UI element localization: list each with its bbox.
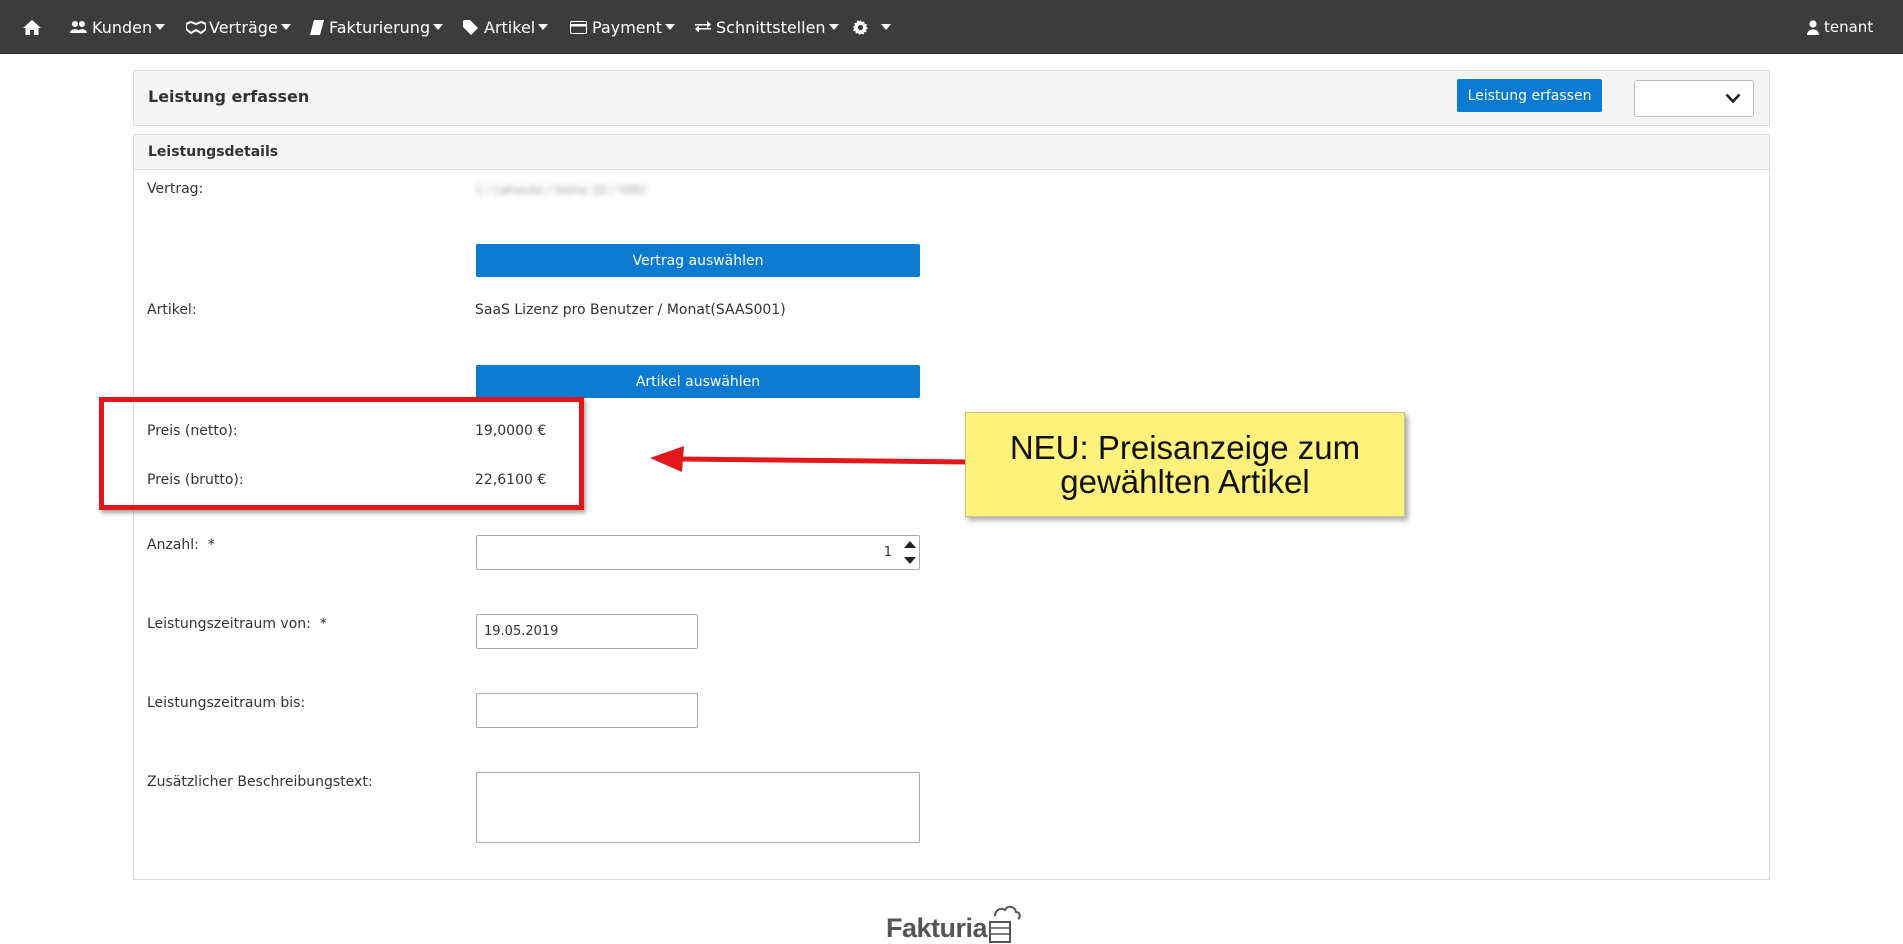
nav-schnittstellen[interactable]: Schnittstellen (695, 0, 839, 54)
nav-vertraege[interactable]: Verträge (186, 0, 291, 54)
vertrag-label: Vertrag: (147, 181, 204, 197)
chevron-down-icon (538, 24, 549, 30)
logo-text: Fakturia (886, 913, 988, 943)
credit-card-icon (570, 20, 587, 34)
nav-fakturierung-label: Fakturierung (329, 17, 431, 37)
annotation-note: NEU: Preisanzeige zum gewählten Artikel (965, 412, 1405, 517)
cloud-logo-icon (989, 905, 1021, 943)
chevron-down-icon (665, 24, 676, 30)
von-value: 19.05.2019 (484, 624, 559, 639)
nav-schnittstellen-label: Schnittstellen (716, 17, 826, 37)
details-title: Leistungsdetails (148, 144, 279, 160)
artikel-label: Artikel: (147, 302, 197, 318)
nav-settings[interactable] (853, 0, 891, 54)
chevron-down-icon (881, 24, 891, 30)
bis-label: Leistungszeitraum bis: (147, 695, 306, 711)
chevron-down-icon (1725, 93, 1741, 104)
handshake-icon (186, 20, 206, 34)
chevron-down-icon (280, 24, 291, 30)
anzahl-label-text: Anzahl: (147, 537, 199, 553)
tags-icon (463, 19, 478, 35)
nav-payment-label: Payment (592, 17, 663, 37)
von-label-text: Leistungszeitraum von: (147, 616, 311, 632)
gear-icon (853, 19, 868, 35)
nav-home[interactable] (22, 0, 42, 54)
artikel-auswaehlen-button[interactable]: Artikel auswählen (476, 365, 920, 398)
nav-payment[interactable]: Payment (570, 0, 676, 54)
artikel-value: SaaS Lizenz pro Benutzer / Monat(SAAS001… (475, 302, 786, 318)
nav-kunden-label: Kunden (92, 17, 153, 37)
book-icon (310, 19, 324, 35)
top-navbar: Kunden Verträge Fakturierung Artikel Pay… (0, 0, 1903, 54)
beschreibung-textarea[interactable] (476, 772, 920, 843)
details-header: Leistungsdetails (134, 135, 1769, 170)
vertrag-auswaehlen-button[interactable]: Vertrag auswählen (476, 244, 920, 277)
chevron-down-icon (155, 24, 166, 30)
nav-artikel-label: Artikel (484, 17, 536, 37)
chevron-down-icon (828, 24, 839, 30)
required-mark: * (319, 616, 327, 632)
anzahl-input[interactable]: 1 (476, 535, 920, 570)
anzahl-label: Anzahl: * (147, 537, 215, 553)
user-icon (1807, 19, 1819, 35)
annotation-arrow-icon (650, 446, 970, 472)
nav-kunden[interactable]: Kunden (70, 0, 166, 54)
vertrag-value: 1 / Lahoute / Seine 20 / VMU (475, 183, 647, 197)
chevron-down-icon (433, 24, 444, 30)
nav-user-label: tenant (1824, 18, 1874, 36)
required-mark: * (207, 537, 215, 553)
users-icon (70, 21, 87, 33)
nav-vertraege-label: Verträge (209, 17, 278, 37)
nav-fakturierung[interactable]: Fakturierung (310, 0, 444, 54)
page-title: Leistung erfassen (148, 87, 310, 106)
von-date-input[interactable]: 19.05.2019 (476, 614, 698, 649)
spinner-down-icon[interactable] (904, 557, 916, 564)
header-select[interactable] (1634, 80, 1754, 117)
anzahl-stepper[interactable] (899, 536, 919, 569)
footer-logo: Fakturia (886, 900, 1021, 944)
nav-user[interactable]: tenant (1807, 0, 1873, 54)
nav-artikel[interactable]: Artikel (463, 0, 549, 54)
exchange-icon (695, 21, 711, 33)
beschreibung-label: Zusätzlicher Beschreibungstext: (147, 774, 373, 790)
home-icon (23, 19, 41, 35)
bis-date-input[interactable] (476, 693, 698, 728)
leistung-erfassen-button[interactable]: Leistung erfassen (1457, 79, 1602, 112)
anzahl-value: 1 (883, 545, 892, 560)
von-label: Leistungszeitraum von: * (147, 616, 327, 632)
header-panel: Leistung erfassen Leistung erfassen (133, 70, 1770, 126)
annotation-highlight-box (99, 397, 584, 510)
spinner-up-icon[interactable] (904, 541, 916, 548)
